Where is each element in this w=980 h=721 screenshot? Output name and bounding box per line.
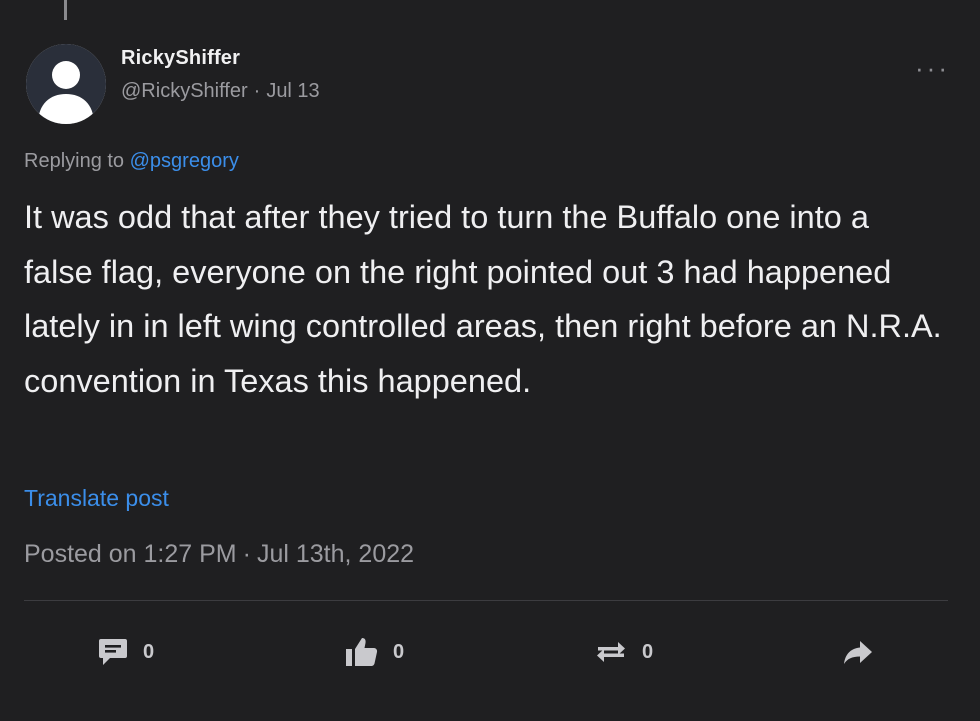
comment-icon	[99, 639, 127, 665]
replying-to-line: Replying to @psgregory	[24, 150, 239, 173]
post-body: It was odd that after they tried to turn…	[24, 199, 942, 399]
separator-dot: ·	[253, 80, 261, 102]
translate-post-link[interactable]: Translate post	[24, 485, 169, 512]
comment-count: 0	[143, 640, 155, 663]
thumbs-up-icon	[346, 638, 378, 666]
repost-button[interactable]: 0	[594, 635, 653, 669]
share-button[interactable]	[842, 635, 874, 669]
replying-to-mention[interactable]: @psgregory	[130, 150, 239, 172]
repost-count: 0	[642, 640, 654, 663]
thread-connector-line	[64, 0, 67, 20]
post-card: RickyShiffer @RickyShiffer · Jul 13 ··· Re…	[0, 0, 980, 721]
like-count: 0	[393, 640, 405, 663]
repost-icon	[597, 642, 625, 662]
user-handle[interactable]: @RickyShiffer	[121, 80, 248, 102]
posted-date: Jul 13th, 2022	[256, 540, 415, 568]
posted-timestamp: Posted on 1:27 PM · Jul 13th, 2022	[24, 540, 414, 569]
default-user-icon	[26, 44, 106, 124]
comment-button[interactable]: 0	[97, 635, 154, 669]
display-name[interactable]: RickyShiffer	[121, 47, 240, 70]
handle-row: @RickyShiffer · Jul 13	[121, 80, 320, 103]
posted-time: Posted on 1:27 PM	[24, 540, 237, 568]
share-arrow-icon	[844, 641, 872, 664]
replying-prefix: Replying to	[24, 150, 125, 172]
divider	[24, 600, 948, 601]
more-options-icon[interactable]: ···	[915, 55, 950, 81]
like-button[interactable]: 0	[345, 635, 404, 669]
separator-dot: ·	[242, 540, 251, 568]
post-date[interactable]: Jul 13	[266, 80, 319, 102]
avatar[interactable]	[26, 44, 106, 124]
